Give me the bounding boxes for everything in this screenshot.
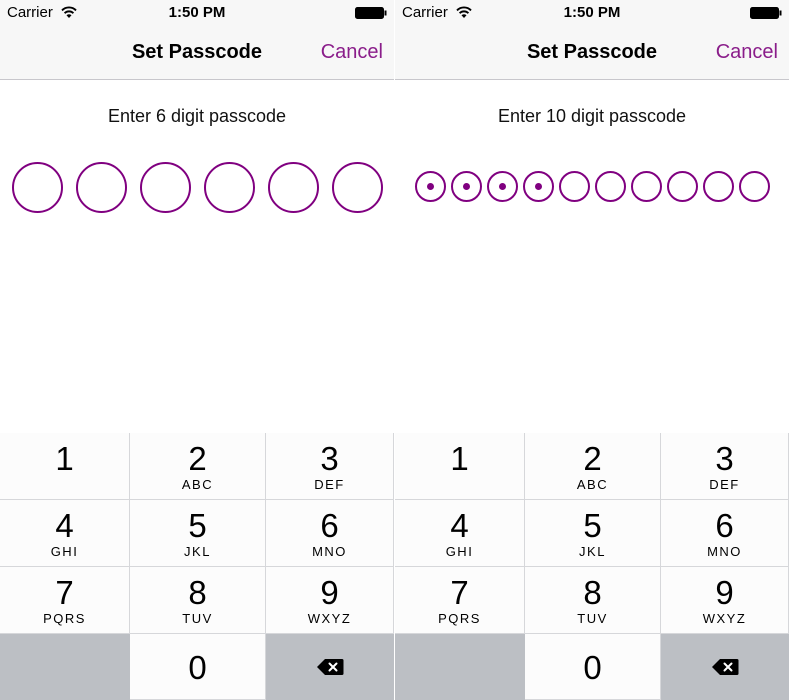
passcode-dot-filled [522, 171, 554, 202]
passcode-dot-empty [75, 162, 127, 213]
passcode-dot-empty [702, 171, 734, 202]
keypad-key-7[interactable]: 7 PQRS [0, 567, 130, 634]
key-letters: ABC [181, 477, 214, 492]
passcode-dot-empty [139, 162, 191, 213]
passcode-indicator [395, 171, 789, 202]
keypad-key-2[interactable]: 2 ABC [130, 433, 266, 500]
key-digit: 6 [320, 507, 339, 544]
keypad-key-0[interactable]: 0 [130, 634, 266, 700]
key-letters: WXYZ [307, 611, 352, 626]
keypad-key-9[interactable]: 9 WXYZ [266, 567, 394, 634]
keypad-key-8[interactable]: 8 TUV [130, 567, 266, 634]
keypad-key-5[interactable]: 5 JKL [130, 500, 266, 567]
battery-icon [750, 7, 782, 19]
key-letters: PQRS [43, 611, 86, 626]
passcode-dot-filled [486, 171, 518, 202]
status-bar: Carrier 1:50 PM [395, 0, 789, 27]
keypad-key-1[interactable]: 1 [0, 433, 130, 500]
passcode-dot-empty [630, 171, 662, 202]
key-digit: 0 [583, 649, 602, 686]
passcode-dot-empty [738, 171, 770, 202]
key-letters: GHI [445, 544, 474, 559]
status-time: 1:50 PM [168, 4, 226, 21]
key-digit: 8 [188, 574, 207, 611]
key-letters: MNO [312, 544, 347, 559]
numeric-keypad: 1 2 ABC 3 DEF 4 GHI 5 JKL 6 MNO 7 PQRS 8 TUV 9 WXYZ 0 [0, 433, 394, 700]
key-digit: 0 [188, 649, 207, 686]
keypad-key-0[interactable]: 0 [525, 634, 661, 700]
key-letters: PQRS [438, 611, 481, 626]
key-letters: ABC [576, 477, 609, 492]
delete-button[interactable] [266, 634, 394, 700]
key-letters: MNO [707, 544, 742, 559]
key-letters: TUV [182, 611, 213, 626]
passcode-screen-6-digit: Carrier 1:50 PM Set Passcode Cancel Ente… [0, 0, 394, 700]
backspace-icon [316, 658, 343, 675]
key-digit: 4 [55, 507, 74, 544]
keypad-key-3[interactable]: 3 DEF [266, 433, 394, 500]
keypad-key-9[interactable]: 9 WXYZ [661, 567, 789, 634]
key-digit: 6 [715, 507, 734, 544]
keypad-key-1[interactable]: 1 [395, 433, 525, 500]
passcode-indicator [0, 162, 394, 213]
passcode-dot-filled [414, 171, 446, 202]
key-digit: 2 [583, 440, 602, 477]
key-digit: 1 [450, 440, 469, 477]
key-letters: TUV [577, 611, 608, 626]
passcode-dot-empty [666, 171, 698, 202]
passcode-dot-filled [450, 171, 482, 202]
passcode-prompt: Enter 10 digit passcode [497, 106, 687, 126]
key-letters: GHI [50, 544, 79, 559]
key-digit: 5 [188, 507, 207, 544]
key-letters: JKL [184, 544, 211, 559]
passcode-dot-empty [267, 162, 319, 213]
key-digit: 7 [55, 574, 74, 611]
key-digit: 5 [583, 507, 602, 544]
keypad-key-8[interactable]: 8 TUV [525, 567, 661, 634]
passcode-dot-empty [331, 162, 383, 213]
keypad-key-7[interactable]: 7 PQRS [395, 567, 525, 634]
keypad-blank-key [395, 634, 525, 700]
passcode-dot-empty [11, 162, 63, 213]
key-letters: JKL [579, 544, 606, 559]
key-letters: WXYZ [702, 611, 747, 626]
passcode-dot-empty [203, 162, 255, 213]
battery-icon [355, 7, 387, 19]
keypad-key-2[interactable]: 2 ABC [525, 433, 661, 500]
key-digit: 3 [715, 440, 734, 477]
keypad-key-6[interactable]: 6 MNO [661, 500, 789, 567]
navigation-bar: Set Passcode Cancel [0, 27, 394, 80]
keypad-key-6[interactable]: 6 MNO [266, 500, 394, 567]
key-digit: 2 [188, 440, 207, 477]
navigation-bar: Set Passcode Cancel [395, 27, 789, 80]
keypad-key-3[interactable]: 3 DEF [661, 433, 789, 500]
key-letters: DEF [314, 477, 345, 492]
cancel-button[interactable]: Cancel [716, 41, 778, 64]
keypad-key-4[interactable]: 4 GHI [395, 500, 525, 567]
status-time: 1:50 PM [563, 4, 621, 21]
passcode-screen-10-digit: Carrier 1:50 PM Set Passcode Cancel Ente… [395, 0, 789, 700]
key-digit: 7 [450, 574, 469, 611]
key-digit: 8 [583, 574, 602, 611]
keypad-key-4[interactable]: 4 GHI [0, 500, 130, 567]
key-digit: 3 [320, 440, 339, 477]
passcode-dot-empty [594, 171, 626, 202]
key-digit: 1 [55, 440, 74, 477]
passcode-dot-empty [558, 171, 590, 202]
delete-button[interactable] [661, 634, 789, 700]
key-digit: 9 [320, 574, 339, 611]
backspace-icon [711, 658, 738, 675]
key-letters: DEF [709, 477, 740, 492]
key-digit: 4 [450, 507, 469, 544]
cancel-button[interactable]: Cancel [321, 41, 383, 64]
keypad-blank-key [0, 634, 130, 700]
passcode-prompt: Enter 6 digit passcode [107, 106, 287, 126]
key-digit: 9 [715, 574, 734, 611]
keypad-key-5[interactable]: 5 JKL [525, 500, 661, 567]
numeric-keypad: 1 2 ABC 3 DEF 4 GHI 5 JKL 6 MNO 7 PQRS 8 TUV 9 WXYZ 0 [395, 433, 789, 700]
status-bar: Carrier 1:50 PM [0, 0, 394, 27]
